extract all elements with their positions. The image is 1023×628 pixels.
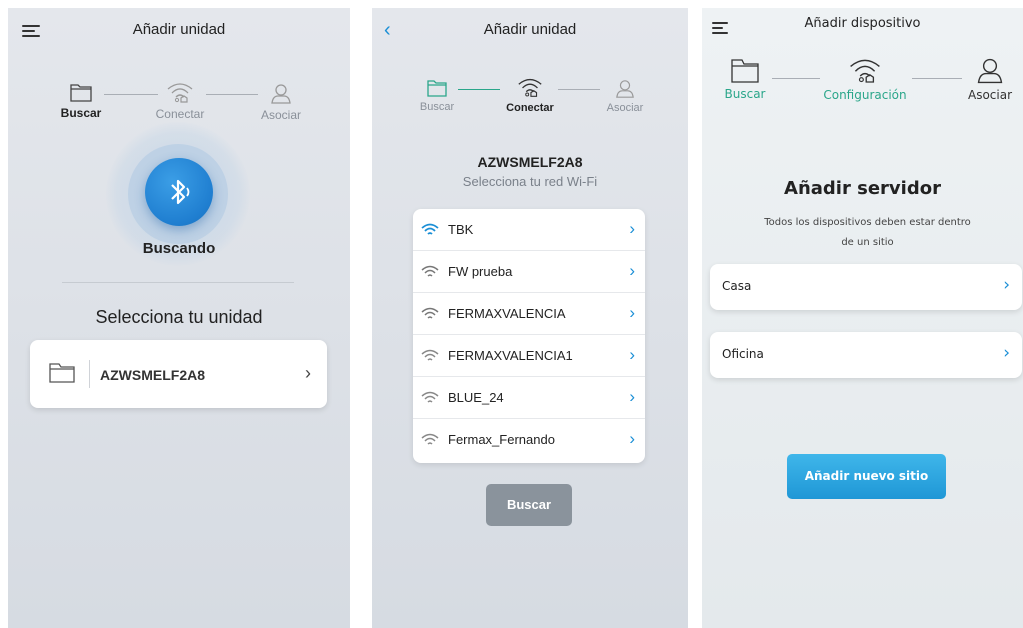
wifi-network-name: FERMAXVALENCIA1 bbox=[448, 348, 573, 363]
step-conectar: Conectar bbox=[150, 80, 210, 121]
step-label-asociar: Asociar bbox=[967, 88, 1013, 102]
user-icon bbox=[616, 80, 634, 98]
folder-icon bbox=[70, 84, 92, 102]
step-label-buscar: Buscar bbox=[724, 87, 766, 101]
page-title: Añadir dispositivo bbox=[804, 16, 921, 31]
wifi-network-name: FERMAXVALENCIA bbox=[448, 306, 566, 321]
wifi-network-name: TBK bbox=[448, 222, 474, 237]
section-title: Selecciona tu unidad bbox=[95, 307, 263, 327]
bluetooth-search-button[interactable] bbox=[145, 158, 213, 226]
wifi-network-name: BLUE_24 bbox=[448, 390, 504, 405]
step-asociar: Asociar bbox=[600, 79, 650, 114]
page-title: Añadir unidad bbox=[483, 21, 577, 38]
step-configuracion: Configuración bbox=[820, 55, 910, 102]
description-line: Todos los dispositivos deben estar dentr… bbox=[764, 217, 971, 228]
step-connector bbox=[558, 89, 600, 90]
site-item-casa[interactable]: Casa › bbox=[710, 264, 1022, 310]
folder-icon bbox=[49, 363, 75, 383]
site-name: Oficina bbox=[722, 347, 764, 361]
description-line: de un sitio bbox=[841, 237, 894, 248]
step-label-asociar: Asociar bbox=[606, 102, 644, 114]
bluetooth-icon bbox=[171, 179, 190, 205]
divider bbox=[62, 282, 294, 283]
folder-icon bbox=[427, 80, 447, 97]
wifi-icon bbox=[421, 391, 439, 403]
folder-icon bbox=[731, 59, 759, 83]
step-connector bbox=[912, 78, 962, 79]
wifi-icon bbox=[421, 349, 439, 361]
wifi-instruction: Selecciona tu red Wi-Fi bbox=[462, 174, 598, 189]
wifi-network-item[interactable]: TBK › bbox=[413, 209, 645, 251]
wifi-icon bbox=[421, 223, 439, 235]
chevron-right-icon: › bbox=[629, 387, 635, 406]
wifi-network-item[interactable]: Fermax_Fernando › bbox=[413, 419, 645, 461]
chevron-right-icon: › bbox=[305, 363, 311, 383]
wifi-icon bbox=[421, 433, 439, 445]
step-asociar: Asociar bbox=[962, 57, 1018, 102]
chevron-right-icon: › bbox=[629, 345, 635, 364]
chevron-right-icon: › bbox=[629, 303, 635, 322]
wifi-network-name: FW prueba bbox=[448, 264, 513, 279]
screen-connect-wifi: ‹ Añadir unidad Buscar Conectar Asociar … bbox=[372, 8, 688, 628]
chevron-right-icon: › bbox=[629, 261, 635, 280]
step-label-buscar: Buscar bbox=[60, 106, 102, 120]
step-connector bbox=[206, 94, 258, 95]
wifi-network-item[interactable]: BLUE_24 › bbox=[413, 377, 645, 419]
chevron-right-icon: › bbox=[629, 219, 635, 238]
search-status: Buscando bbox=[142, 240, 216, 257]
server-description: Todos los dispositivos deben estar dentr… bbox=[752, 213, 983, 253]
wifi-home-icon bbox=[167, 83, 193, 103]
device-name: AZWSMELF2A8 bbox=[100, 367, 205, 383]
device-name: AZWSMELF2A8 bbox=[477, 154, 583, 170]
page-title: Añadir unidad bbox=[132, 21, 226, 38]
wifi-network-list: TBK › FW prueba › FERMAXVALENCIA › FERMA… bbox=[413, 209, 645, 463]
step-buscar: Buscar bbox=[720, 58, 770, 101]
wifi-network-item[interactable]: FERMAXVALENCIA1 › bbox=[413, 335, 645, 377]
step-conectar: Conectar bbox=[500, 75, 560, 114]
wifi-network-item[interactable]: FW prueba › bbox=[413, 251, 645, 293]
step-connector bbox=[458, 89, 500, 90]
step-buscar: Buscar bbox=[58, 83, 104, 120]
step-label-buscar: Buscar bbox=[419, 101, 455, 113]
chevron-right-icon: › bbox=[1003, 275, 1010, 295]
step-asociar: Asociar bbox=[256, 83, 306, 122]
site-name: Casa bbox=[722, 279, 752, 293]
divider bbox=[89, 360, 90, 388]
step-buscar: Buscar bbox=[414, 80, 460, 113]
site-item-oficina[interactable]: Oficina › bbox=[710, 332, 1022, 378]
wifi-icon bbox=[421, 307, 439, 319]
screen-search-unit: Añadir unidad Buscar Conectar Asociar Bu… bbox=[8, 8, 350, 628]
chevron-right-icon: › bbox=[629, 429, 635, 448]
user-icon bbox=[977, 58, 1003, 84]
search-button[interactable]: Buscar bbox=[486, 484, 572, 526]
wifi-icon bbox=[421, 265, 439, 277]
wifi-network-name: Fermax_Fernando bbox=[448, 432, 555, 447]
add-new-site-button[interactable]: Añadir nuevo sitio bbox=[787, 454, 946, 499]
wifi-home-icon bbox=[850, 59, 880, 83]
step-label-configuracion: Configuración bbox=[823, 88, 907, 102]
chevron-right-icon: › bbox=[1003, 343, 1010, 363]
step-label-asociar: Asociar bbox=[260, 108, 301, 122]
step-connector bbox=[772, 78, 820, 79]
device-card[interactable]: AZWSMELF2A8 › bbox=[30, 340, 327, 408]
wifi-home-icon bbox=[518, 78, 542, 97]
screen-add-server: Añadir dispositivo Buscar Configuración … bbox=[702, 8, 1023, 628]
step-label-conectar: Conectar bbox=[155, 107, 205, 121]
server-title: Añadir servidor bbox=[784, 178, 941, 199]
user-icon bbox=[271, 84, 291, 104]
step-label-conectar: Conectar bbox=[506, 102, 554, 114]
wifi-network-item[interactable]: FERMAXVALENCIA › bbox=[413, 293, 645, 335]
